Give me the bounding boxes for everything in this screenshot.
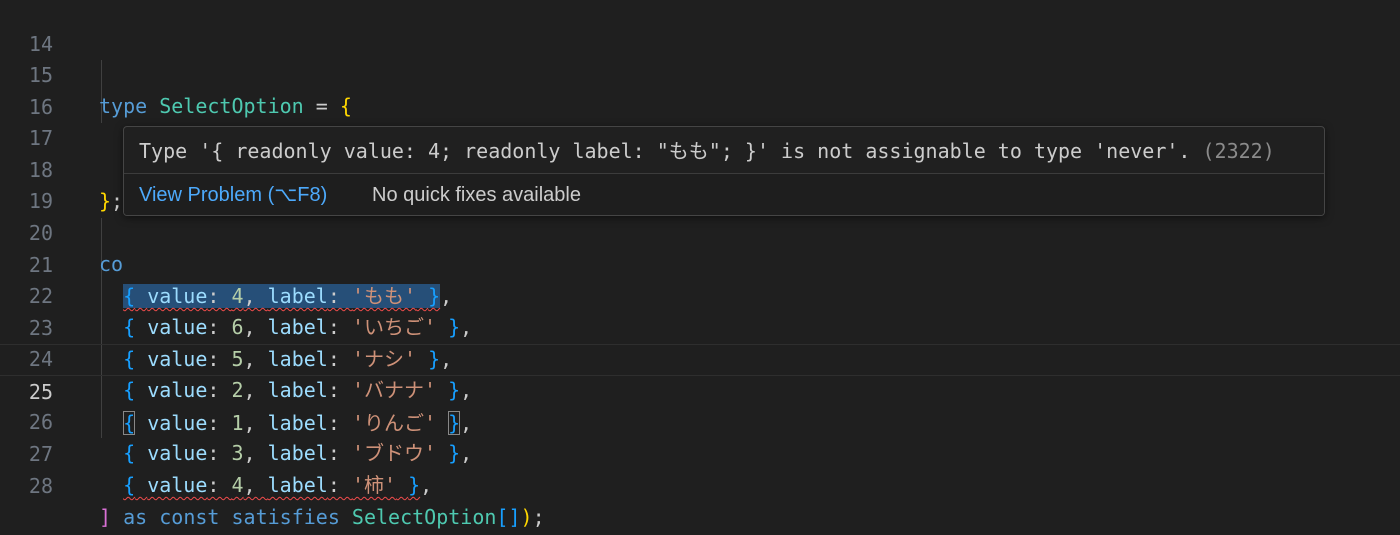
error-code: (2322): [1202, 139, 1275, 163]
semicolon-token: ;: [532, 505, 545, 529]
code-line[interactable]: 22 { value: 6, label: 'いちご' },: [0, 249, 1400, 340]
property-token: label: [267, 473, 328, 497]
view-problem-link[interactable]: View Problem (⌥F8): [139, 174, 327, 215]
code-editor[interactable]: 14 15 type SelectOption = { 16 value: nu…: [0, 0, 1400, 535]
error-squiggle[interactable]: { value: 4, label: '柿' }: [123, 473, 420, 497]
keyword-token: satisfies: [231, 505, 340, 529]
property-token: value: [147, 473, 208, 497]
code-line[interactable]: 15 type SelectOption = {: [0, 28, 1400, 119]
code-line[interactable]: 26 { value: 3, label: 'ブドウ' },: [0, 375, 1400, 466]
error-hover-popup[interactable]: Type '{ readonly value: 4; readonly labe…: [123, 126, 1325, 216]
no-quick-fixes-text: No quick fixes available: [372, 184, 581, 206]
code-line[interactable]: 28 ] as const satisfies SelectOption[]);: [0, 439, 1400, 530]
hover-status-bar: View Problem (⌥F8) No quick fixes availa…: [124, 173, 1324, 215]
code-line[interactable]: 27 { value: 4, label: '柿' },: [0, 407, 1400, 498]
code-line[interactable]: 17 label: string;: [0, 91, 1400, 182]
keyword-token: as: [123, 505, 148, 529]
bracket-token: ]: [99, 505, 112, 529]
type-name-token: SelectOption: [351, 505, 497, 529]
error-message-text: Type '{ readonly value: 4; readonly labe…: [139, 139, 1191, 163]
number-token: 4: [231, 473, 244, 497]
code-line[interactable]: 21 { value: 4, label: 'もも' },: [0, 218, 1400, 308]
hover-message: Type '{ readonly value: 4; readonly labe…: [139, 135, 1275, 167]
code-line[interactable]: 24 { value: 2, label: 'バナナ' },: [0, 312, 1400, 403]
line-number: 28: [28, 473, 53, 498]
paren-token: ): [520, 505, 533, 529]
string-token: '柿': [351, 473, 397, 497]
keyword-token: const: [159, 505, 220, 529]
code-line-current[interactable]: 25 { value: 1, label: 'りんご' },: [0, 344, 1400, 435]
code-line[interactable]: 14: [0, 0, 1400, 56]
code-line[interactable]: 23 { value: 5, label: 'ナシ' },: [0, 281, 1400, 372]
bracket-token: []: [496, 505, 521, 529]
code-line[interactable]: 16 value: number;: [0, 60, 1400, 151]
